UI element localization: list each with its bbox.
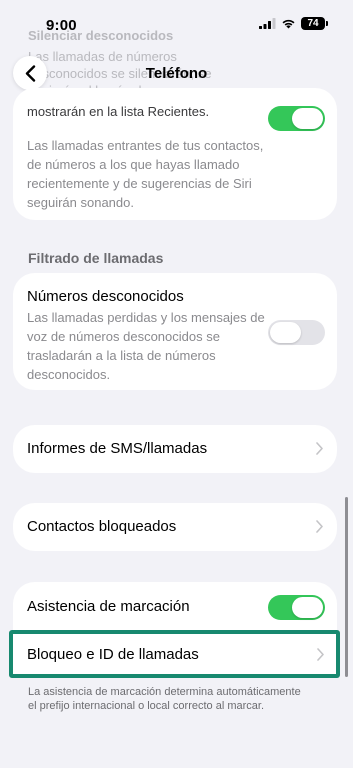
toggle-knob (270, 322, 301, 343)
dial-assist-toggle[interactable] (268, 595, 325, 620)
section-header-call-filtering: Filtrado de llamadas (28, 250, 164, 266)
sms-reports-row[interactable]: Informes de SMS/llamadas (13, 425, 337, 473)
unknown-numbers-toggle[interactable] (268, 320, 325, 345)
toggle-knob (292, 108, 323, 129)
chevron-right-icon (316, 520, 323, 533)
chevron-right-icon (317, 648, 324, 661)
unknown-numbers-title: Números desconocidos (27, 288, 184, 305)
wifi-icon (282, 19, 295, 29)
page-title: Teléfono (145, 65, 208, 82)
chevron-right-icon (316, 442, 323, 455)
scroll-indicator[interactable] (345, 497, 348, 677)
call-blocking-row[interactable]: Bloqueo e ID de llamadas (9, 630, 340, 678)
sms-reports-label: Informes de SMS/llamadas (27, 440, 208, 457)
silence-unknown-description: Las llamadas entrantes de tus contactos,… (27, 138, 264, 210)
call-blocking-label: Bloqueo e ID de llamadas (27, 646, 199, 663)
faded-section-title: Silenciar desconocidos (28, 28, 174, 43)
silence-unknown-card: mostrarán en la lista Recientes. Las lla… (13, 88, 337, 220)
cellular-signal-icon (259, 18, 276, 29)
dial-assist-label: Asistencia de marcación (27, 598, 190, 615)
blocked-contacts-row[interactable]: Contactos bloqueados (13, 503, 337, 551)
toggle-knob (292, 597, 323, 618)
dial-assist-footer: La asistencia de marcación determina aut… (28, 686, 301, 712)
unknown-numbers-card: Números desconocidos Las llamadas perdid… (13, 273, 337, 390)
battery-icon: 74 (301, 17, 328, 30)
status-icons: 74 (259, 17, 328, 30)
unknown-numbers-description: Las llamadas perdidas y los mensajes de … (27, 310, 265, 382)
blocked-contacts-label: Contactos bloqueados (27, 518, 177, 535)
silence-unknown-text: mostrarán en la lista Recientes. (27, 104, 210, 119)
battery-level: 74 (307, 18, 319, 29)
silence-unknown-toggle[interactable] (268, 106, 325, 131)
